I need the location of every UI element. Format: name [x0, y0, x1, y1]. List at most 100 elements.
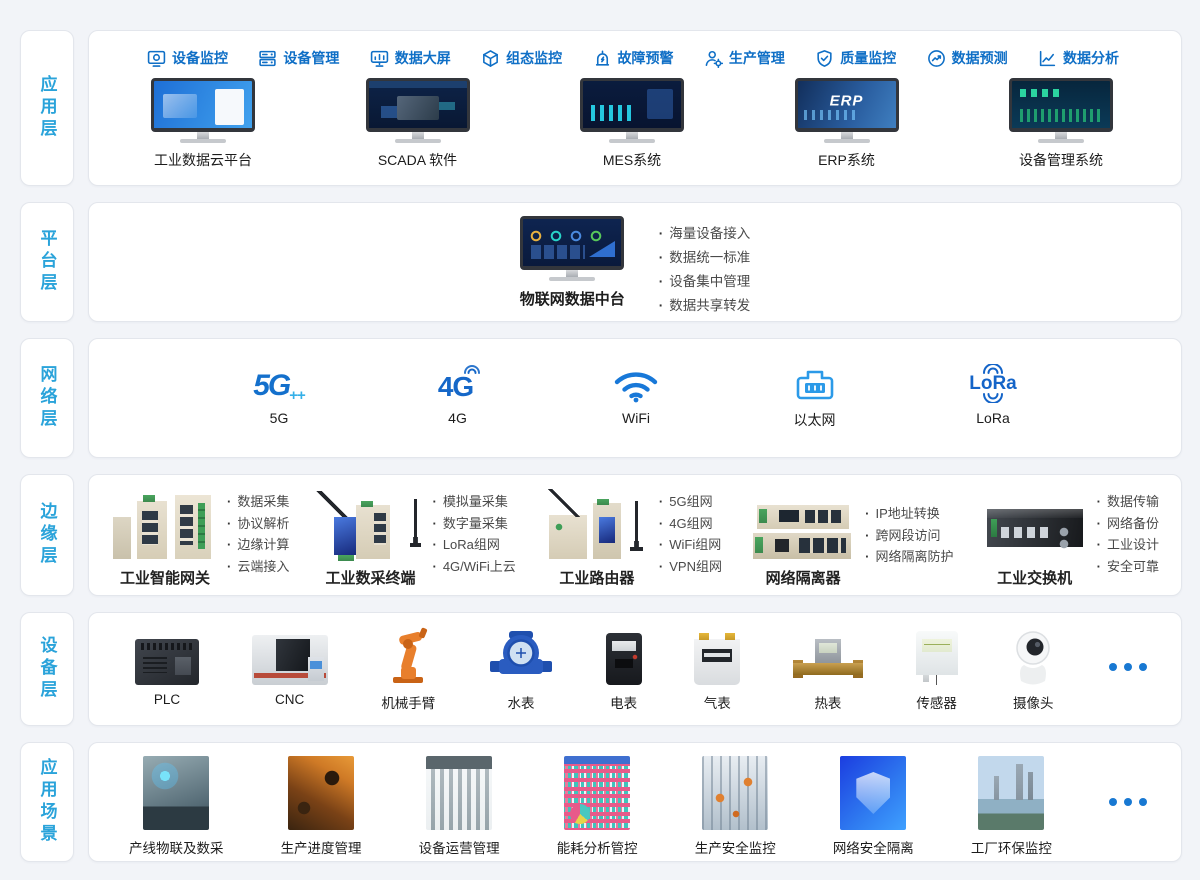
bullet-item: 云端接入: [227, 556, 289, 578]
bullet-item: 海量设备接入: [659, 222, 751, 246]
shield-check-icon: [815, 49, 834, 68]
platform-bullet-list: 海量设备接入 数据统一标准 设备集中管理 数据共享转发: [659, 222, 751, 318]
edge-group-router: 工业路由器 5G组网 4G组网 WiFi组网 VPN组网: [541, 489, 722, 588]
monitor-graphic: [1009, 78, 1113, 143]
side-label-text: 边缘层: [35, 502, 60, 568]
system-label: MES系统: [603, 150, 661, 170]
network-item-ethernet: 以太网: [767, 361, 863, 430]
layer-row-edge: 边缘层 工业智能网关 数据采集 协议解析 边缘计算 云端接入: [20, 474, 1182, 596]
bullet-item: VPN组网: [659, 556, 722, 578]
wifi-icon: [613, 361, 659, 403]
system-label: SCADA 软件: [378, 150, 457, 170]
scenario-label: 工厂环保监控: [971, 837, 1052, 857]
device-items-row: PLC CNC 机械手臂 水表: [89, 613, 1181, 712]
feature-row: 设备监控 设备管理 数据大屏 组态监控 故障预警: [89, 31, 1181, 68]
scenario-photo: [702, 756, 768, 830]
feature-fault-warning: 故障预警: [593, 48, 674, 68]
5g-icon: 5G++: [253, 361, 305, 403]
bullet-item: 5G组网: [659, 491, 722, 513]
alarm-bell-icon: [593, 49, 612, 68]
device-camera: 摄像头: [1010, 625, 1056, 712]
scenario-photo: [143, 756, 209, 830]
feature-label: 组态监控: [506, 48, 562, 68]
scenario-photo: [288, 756, 354, 830]
edge-devices-row: 工业智能网关 数据采集 协议解析 边缘计算 云端接入 工业数采终端: [89, 475, 1181, 588]
edge-device-name: 网络隔离器: [766, 567, 841, 588]
bullet-item: 数据共享转发: [659, 294, 751, 318]
layer-row-network: 网络层 5G++ 5G 4G 4G WiF: [20, 338, 1182, 458]
feature-quality-monitoring: 质量监控: [815, 48, 896, 68]
scenario-energy-analysis: 能耗分析管控: [557, 756, 638, 857]
system-cloud-platform: 工业数据云平台: [151, 78, 255, 170]
bullet-item: 数据统一标准: [659, 246, 751, 270]
device-plc: PLC: [135, 625, 199, 712]
scenario-environment-monitoring: 工厂环保监控: [971, 756, 1052, 857]
monitor-graphic: [580, 78, 684, 143]
monitor-search-icon: [147, 49, 166, 68]
edge-layer-panel: 工业智能网关 数据采集 协议解析 边缘计算 云端接入 工业数采终端: [88, 474, 1182, 596]
4g-signal-arcs: [461, 362, 483, 375]
side-label-text: 平台层: [35, 229, 60, 295]
device-electric-meter: 电表: [606, 625, 642, 712]
feature-label: 数据预测: [952, 48, 1008, 68]
bullet-item: 数据传输: [1097, 491, 1159, 513]
system-mes: MES系统: [580, 78, 684, 170]
edge-bullet-list: IP地址转换 跨网段访问 网络隔离防护: [865, 503, 953, 588]
scenario-layer-panel: 产线物联及数采 生产进度管理 设备运营管理 能耗分析管控 生产安全监控: [88, 742, 1182, 862]
gas-meter-image: [694, 625, 740, 685]
side-label-application: 应用层: [20, 30, 74, 186]
bullet-item: 模拟量采集: [432, 491, 515, 513]
edge-bullet-list: 数据传输 网络备份 工业设计 安全可靠: [1097, 491, 1159, 588]
side-label-edge: 边缘层: [20, 474, 74, 596]
daq-terminal-image: [314, 489, 426, 565]
camera-image: [1010, 625, 1056, 685]
scenario-network-security: 网络安全隔离: [833, 756, 914, 857]
system-erp: ERP ERP系统: [795, 78, 899, 170]
scenario-equipment-operation: 设备运营管理: [419, 756, 500, 857]
network-isolator-image: [747, 489, 859, 565]
side-label-scenarios: 应用场景: [20, 742, 74, 862]
side-label-platform: 平台层: [20, 202, 74, 322]
network-item-label: WiFi: [622, 410, 650, 426]
scenario-items-row: 产线物联及数采 生产进度管理 设备运营管理 能耗分析管控 生产安全监控: [89, 743, 1181, 857]
bullet-item: 协议解析: [227, 513, 289, 535]
edge-device-name: 工业智能网关: [120, 567, 210, 588]
erp-screen-text: ERP: [830, 92, 864, 109]
device-robot-arm: 机械手臂: [380, 625, 436, 712]
edge-bullet-list: 5G组网 4G组网 WiFi组网 VPN组网: [659, 491, 722, 588]
layer-row-application: 应用层 设备监控 设备管理 数据大屏 组态监控: [20, 30, 1182, 186]
cnc-image: [252, 625, 328, 685]
lora-arcs-bottom: [979, 393, 1007, 403]
bullet-item: WiFi组网: [659, 534, 722, 556]
device-gas-meter: 气表: [694, 625, 740, 712]
network-item-lora: LoRa LoRa: [945, 361, 1041, 430]
device-label: 电表: [610, 692, 637, 712]
5g-plus-badge: ++: [289, 389, 305, 403]
scenario-photo: [564, 756, 630, 830]
system-label: 设备管理系统: [1019, 150, 1103, 170]
scenario-label: 生产安全监控: [695, 837, 776, 857]
network-item-wifi: WiFi: [588, 361, 684, 430]
edge-group-isolator: 网络隔离器 IP地址转换 跨网段访问 网络隔离防护: [747, 489, 953, 588]
feature-device-monitoring: 设备监控: [147, 48, 228, 68]
system-label: 工业数据云平台: [154, 150, 252, 170]
device-layer-panel: PLC CNC 机械手臂 水表: [88, 612, 1182, 726]
feature-data-prediction: 数据预测: [927, 48, 1008, 68]
network-item-5g: 5G++ 5G: [231, 361, 327, 430]
dashboard-screen-icon: [370, 49, 389, 68]
edge-device: 工业路由器: [541, 489, 653, 588]
systems-row: 工业数据云平台 SCADA 软件 MES系统 ERP ERP系统 设备管理系统: [89, 68, 1181, 170]
bullet-item: 数字量采集: [432, 513, 515, 535]
feature-device-management: 设备管理: [258, 48, 339, 68]
layer-row-scenarios: 应用场景 产线物联及数采 生产进度管理 设备运营管理 能耗分析管控: [20, 742, 1182, 862]
layer-row-device: 设备层 PLC CNC 机械手臂: [20, 612, 1182, 726]
water-meter-image: [489, 625, 553, 685]
4g-logo-text: 4G: [438, 371, 473, 402]
iot-data-platform: 物联网数据中台: [520, 216, 625, 309]
device-label: CNC: [275, 692, 304, 707]
feature-label: 故障预警: [618, 48, 674, 68]
bullet-item: IP地址转换: [865, 503, 953, 525]
device-label: 水表: [507, 692, 534, 712]
monitor-graphic: [366, 78, 470, 143]
scenario-production-safety: 生产安全监控: [695, 756, 776, 857]
